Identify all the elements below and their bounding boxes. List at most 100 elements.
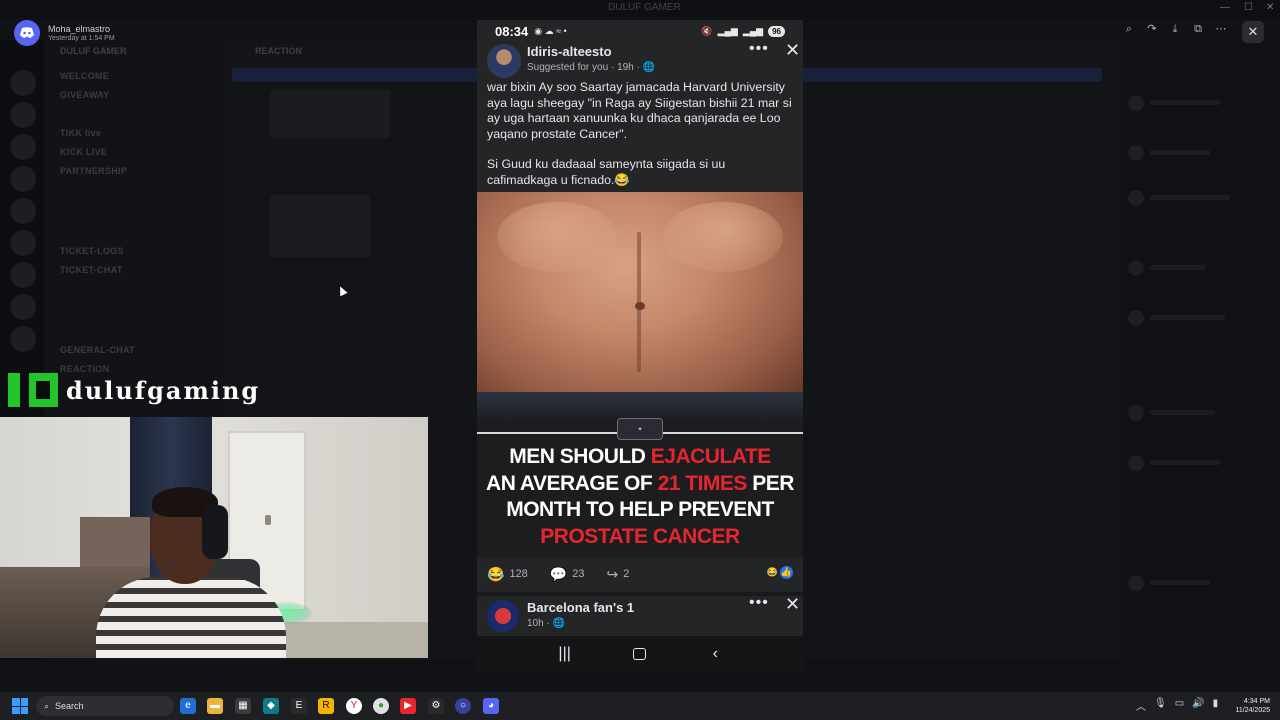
youtube-icon[interactable]: ▶	[400, 698, 416, 714]
channel-tikk-live[interactable]: TIKK live	[60, 128, 101, 138]
post-paragraph: Si Guud ku dadaaal sameynta siigada si u…	[487, 157, 726, 187]
discord-logo-icon	[20, 27, 34, 38]
channel-general-chat[interactable]: GENERAL-CHAT	[60, 345, 135, 355]
globe-icon: 🌐	[642, 62, 656, 73]
member-avatar[interactable]	[1128, 145, 1144, 161]
more-options-icon[interactable]: •••	[749, 594, 769, 612]
uploader-name[interactable]: Moha_elmastro	[48, 24, 115, 34]
member-avatar[interactable]	[1128, 190, 1144, 206]
yandex-icon[interactable]: Y	[346, 698, 362, 714]
hide-post-icon[interactable]: ✕	[785, 594, 800, 615]
next-post-author[interactable]: Barcelona fan's 1	[527, 600, 634, 615]
share-icon: ↪	[606, 565, 619, 582]
member-avatar[interactable]	[1128, 575, 1144, 591]
channel-partnership[interactable]: PARTNERSHIP	[60, 166, 127, 176]
next-post-time: 10h	[527, 618, 544, 629]
headline-text: AN AVERAGE OF	[486, 471, 658, 495]
server-icon[interactable]	[10, 326, 36, 352]
hide-post-icon[interactable]: ✕	[785, 40, 800, 61]
member-avatar[interactable]	[1128, 260, 1144, 276]
server-icon[interactable]	[10, 198, 36, 224]
server-icon[interactable]	[10, 294, 36, 320]
post-image[interactable]: ✦ MEN SHOULD EJACULATE AN AVERAGE OF 21 …	[477, 192, 803, 558]
open-external-icon[interactable]: ⧉	[1189, 20, 1207, 38]
chat-image[interactable]	[270, 195, 370, 257]
comment-button[interactable]: 💬 23	[550, 566, 585, 583]
clock-date: 11/24/2025	[1235, 707, 1270, 714]
photo-detail	[663, 202, 783, 272]
channel-header: REACTION	[255, 46, 302, 56]
server-icon[interactable]	[10, 166, 36, 192]
laugh-emoji-icon: 😂	[487, 565, 505, 582]
member-avatar[interactable]	[1128, 405, 1144, 421]
zoom-icon[interactable]: ⌕	[1120, 20, 1138, 38]
upload-timestamp: Yesterday at 1:54 PM	[48, 35, 115, 42]
window-close-icon[interactable]: ✕	[1266, 2, 1274, 13]
channel-ticket-logs[interactable]: TICKET-LOGS	[60, 246, 124, 256]
volume-icon[interactable]: 🔊	[1192, 698, 1204, 713]
windows-start-icon[interactable]	[12, 698, 28, 714]
server-icon[interactable]	[10, 102, 36, 128]
minimize-icon[interactable]: —	[1220, 2, 1230, 13]
maximize-icon[interactable]: ☐	[1244, 2, 1253, 13]
app-title: DULUF GAMER	[608, 2, 681, 13]
channel-giveaway[interactable]: GIVEAWAY	[60, 90, 110, 100]
edge-icon[interactable]: e	[180, 698, 196, 714]
back-icon[interactable]: ‹	[700, 645, 730, 663]
share-count: 2	[623, 568, 630, 580]
headline-highlight: 21 TIMES	[657, 471, 748, 495]
server-icon[interactable]	[10, 134, 36, 160]
member-name	[1150, 150, 1210, 155]
channel-kick-live[interactable]: KICK LIVE	[60, 147, 107, 157]
status-time: 08:34	[495, 23, 529, 39]
chat-image[interactable]	[270, 90, 390, 138]
phone-screenshot[interactable]: 08:34 ◉ ☁ ≈ • 🔇 ▂▄▆ ▂▄▆ 96 Idiris-altees…	[477, 20, 803, 672]
rotate-icon[interactable]: ↷	[1143, 20, 1161, 38]
chrome-icon[interactable]: ●	[373, 698, 389, 714]
webcam-person-shirt	[96, 577, 286, 658]
server-icon[interactable]	[10, 262, 36, 288]
store-icon[interactable]: ▦	[235, 698, 251, 714]
app-icon[interactable]: ○	[455, 698, 471, 714]
channel-ticket-chat[interactable]: TICKET-CHAT	[60, 265, 123, 275]
taskbar-clock[interactable]: 4:34 PM 11/24/2025	[1226, 697, 1270, 715]
channel-welcome[interactable]: WELCOME	[60, 71, 109, 81]
share-button[interactable]: ↪ 2	[606, 566, 629, 583]
home-icon[interactable]	[625, 648, 655, 660]
server-icon[interactable]	[10, 230, 36, 256]
file-explorer-icon[interactable]: ▬	[207, 698, 223, 714]
post-author[interactable]: Idiris-alteesto	[527, 44, 612, 59]
post-time: 19h	[617, 62, 634, 73]
reaction-button[interactable]: 😂 128	[487, 566, 528, 583]
close-viewer-button[interactable]: ✕	[1242, 21, 1264, 43]
comment-count: 23	[572, 568, 585, 580]
server-icon[interactable]	[10, 70, 36, 96]
search-icon: ⌕	[44, 700, 50, 711]
author-avatar[interactable]	[487, 44, 521, 78]
battery-badge: 96	[768, 25, 785, 37]
more-options-icon[interactable]: •••	[749, 40, 769, 58]
settings-icon[interactable]: ⚙	[428, 698, 444, 714]
discord-icon[interactable]: ◕	[483, 698, 499, 714]
member-avatar[interactable]	[1128, 310, 1144, 326]
post-meta: Suggested for you · 19h · 🌐	[527, 62, 656, 73]
network-icon[interactable]: ▭	[1175, 698, 1184, 713]
search-placeholder: Search	[55, 701, 84, 711]
chevron-up-icon[interactable]: ︿	[1136, 698, 1146, 713]
recent-apps-icon[interactable]: |||	[550, 645, 580, 663]
rockstar-icon[interactable]: R	[318, 698, 334, 714]
battery-icon[interactable]: ▮	[1213, 698, 1219, 713]
headline-text: PER	[746, 471, 794, 495]
member-avatar[interactable]	[1128, 455, 1144, 471]
microphone-icon[interactable]: 🎙	[1154, 698, 1167, 713]
discord-avatar[interactable]	[14, 20, 40, 46]
next-author-avatar[interactable]	[487, 600, 519, 632]
epic-games-icon[interactable]: E	[291, 698, 307, 714]
download-icon[interactable]: ⤓	[1166, 20, 1184, 38]
more-icon[interactable]: ⋯	[1212, 20, 1230, 38]
taskbar-search[interactable]: ⌕ Search	[36, 696, 174, 716]
mute-icon: 🔇	[701, 25, 713, 36]
app-icon[interactable]: ◆	[263, 698, 279, 714]
member-avatar[interactable]	[1128, 95, 1144, 111]
reaction-summary[interactable]: 😂 👍	[766, 566, 793, 579]
